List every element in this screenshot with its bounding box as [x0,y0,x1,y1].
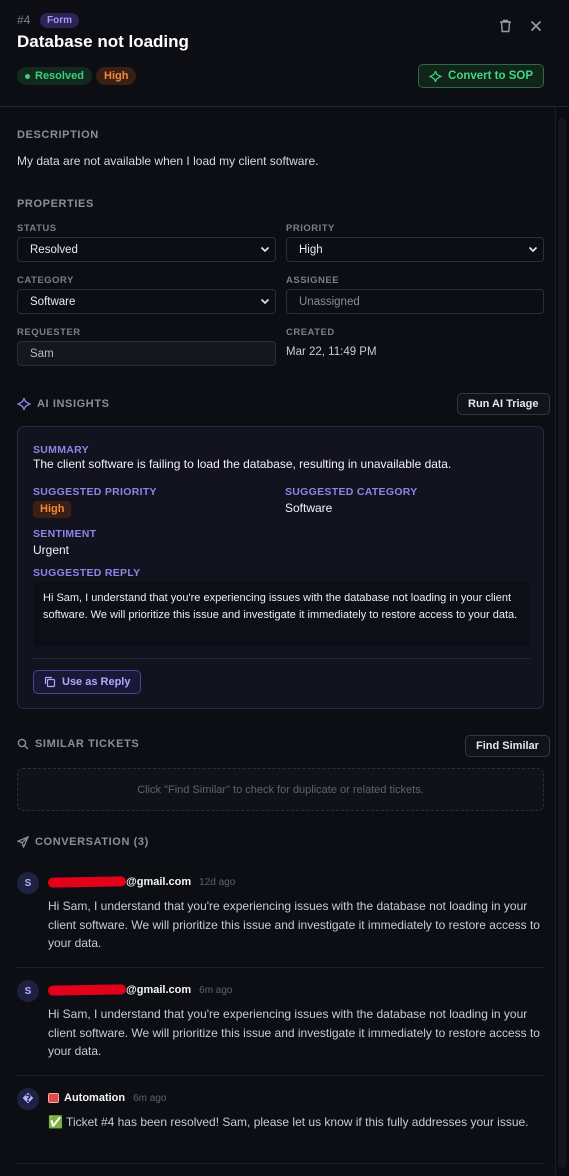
sentiment-label: SENTIMENT [33,528,97,540]
description-heading: DESCRIPTION [17,129,99,141]
description-text: My data are not available when I load my… [17,154,319,168]
sentiment-value: Urgent [33,543,70,557]
message-time: 6m ago [133,1092,167,1104]
assignee-input[interactable]: Unassigned [286,289,544,314]
ticket-title: Database not loading [17,32,189,51]
robot-icon [48,1093,59,1103]
message-body: ✅ Ticket #4 has been resolved! Sam, plea… [48,1115,529,1129]
message-author: Automation 6m ago [48,1092,166,1104]
scrollbar-thumb[interactable] [558,118,566,1168]
requester-label: REQUESTER [17,327,81,338]
trash-icon[interactable] [497,18,513,34]
suggested-priority-label: SUGGESTED PRIORITY [33,486,157,498]
suggested-reply-label: SUGGESTED REPLY [33,567,141,579]
suggested-category-label: SUGGESTED CATEGORY [285,486,418,498]
status-label: STATUS [17,223,57,234]
message-author: @gmail.com 6m ago [47,984,233,996]
divider [17,967,544,968]
author-name: Automation [64,1092,126,1104]
ai-insights-card: SUMMARY The client software is failing t… [17,426,544,709]
close-icon[interactable] [528,18,544,34]
bot-avatar: � [17,1088,39,1110]
properties-heading: PROPERTIES [17,198,94,210]
send-icon [17,836,29,848]
priority-select[interactable]: High [286,237,544,262]
status-badge: Resolved [17,67,92,85]
status-dot [25,73,30,79]
avatar: S [17,980,39,1002]
redaction-mark [47,984,127,996]
chevron-down-icon [260,246,270,253]
ai-insights-label: AI INSIGHTS [37,398,110,410]
status-select-value: Resolved [30,243,78,256]
message-time: 12d ago [199,876,236,888]
similar-tickets-heading: SIMILAR TICKETS [17,738,139,750]
convert-to-sop-button[interactable]: Convert to SOP [418,64,544,88]
suggested-priority-badge: High [33,501,72,518]
priority-label: PRIORITY [286,223,335,234]
sparkle-icon [429,70,443,82]
similar-tickets-empty-state: Click "Find Similar" to check for duplic… [17,768,544,811]
category-select-value: Software [30,295,76,308]
type-badge: Form [40,13,79,28]
copy-icon [44,676,56,688]
message-body: Hi Sam, I understand that you're experie… [48,899,540,950]
divider [17,1075,544,1076]
sparkle-icon [17,397,31,411]
run-ai-triage-button[interactable]: Run AI Triage [457,393,550,415]
divider [33,658,530,659]
use-as-reply-button[interactable]: Use as Reply [33,670,142,694]
category-label: CATEGORY [17,275,74,286]
convert-to-sop-label: Convert to SOP [448,70,533,82]
divider [17,1163,544,1164]
assignee-label: ASSIGNEE [286,275,340,286]
avatar: S [17,872,39,894]
message-time: 6m ago [199,984,233,996]
status-badge-label: Resolved [35,70,84,82]
chevron-down-icon [260,298,270,305]
conversation-heading: CONVERSATION (3) [17,836,149,848]
use-as-reply-label: Use as Reply [62,676,131,688]
status-select[interactable]: Resolved [17,237,276,262]
created-label: CREATED [286,327,335,338]
category-select[interactable]: Software [17,289,276,314]
summary-text: The client software is failing to load t… [33,457,452,471]
search-icon [17,738,29,750]
chevron-down-icon [528,246,538,253]
suggested-reply-box: Hi Sam, I understand that you're experie… [33,581,530,647]
ticket-number: #4 [17,13,31,27]
ticket-header: #4 Form Database not loading Resolved Hi… [0,0,569,107]
priority-select-value: High [299,243,323,256]
author-email: @gmail.com [126,876,192,888]
suggested-category-value: Software [285,501,333,515]
message-author: @gmail.com 12d ago [47,876,236,888]
find-similar-button[interactable]: Find Similar [465,735,550,757]
similar-tickets-label: SIMILAR TICKETS [35,738,140,750]
priority-badge: High [96,67,137,85]
conversation-label: CONVERSATION (3) [35,836,149,848]
redaction-mark [47,876,127,888]
ai-insights-heading: AI INSIGHTS [17,397,110,411]
summary-label: SUMMARY [33,444,89,456]
message-body: Hi Sam, I understand that you're experie… [48,1007,540,1058]
requester-field: Sam [17,341,276,366]
author-email: @gmail.com [126,984,192,996]
created-value: Mar 22, 11:49 PM [286,346,377,358]
